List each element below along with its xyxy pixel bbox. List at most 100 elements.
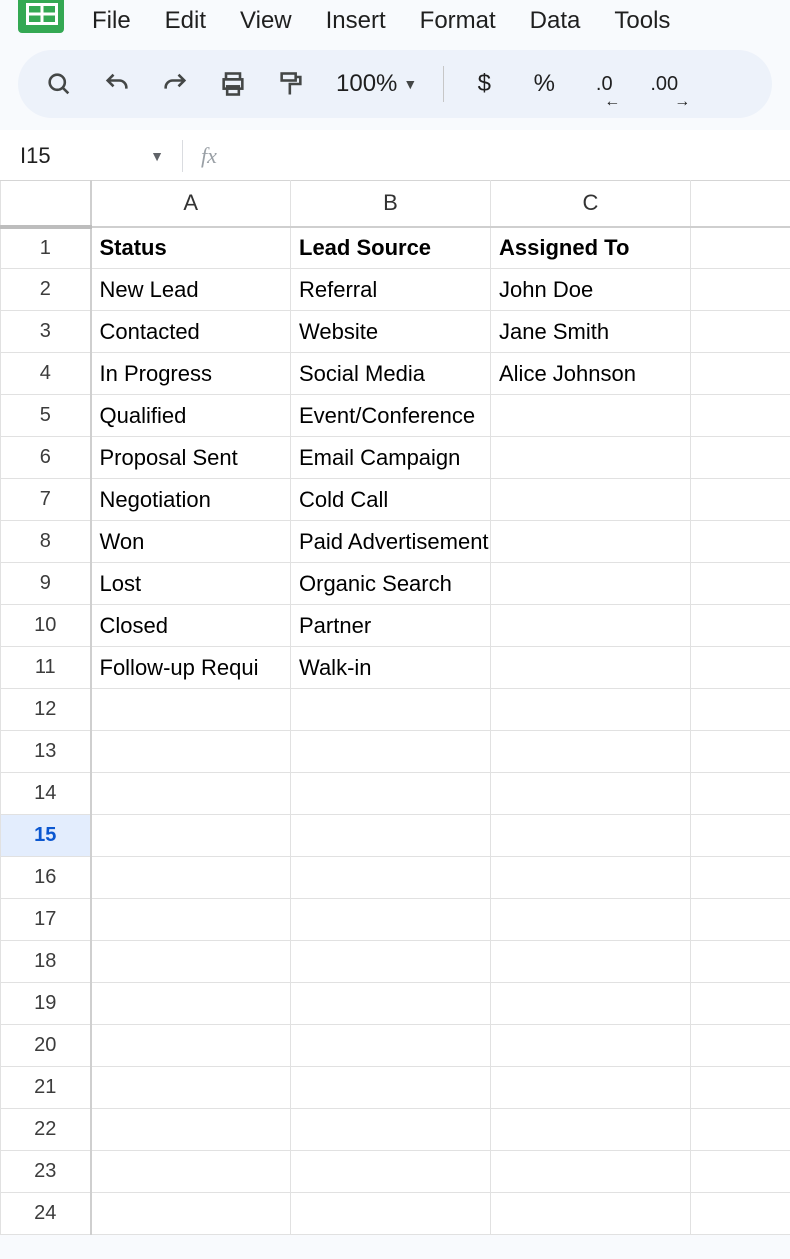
cell-A7[interactable]: Negotiation: [91, 479, 291, 521]
cell-C6[interactable]: [491, 437, 691, 479]
decrease-decimal-button[interactable]: .0←: [584, 73, 624, 96]
cell-A12[interactable]: [91, 689, 291, 731]
paint-format-icon[interactable]: [272, 65, 310, 103]
cell-A8[interactable]: Won: [91, 521, 291, 563]
cell-C4[interactable]: Alice Johnson: [491, 353, 691, 395]
cell-D3[interactable]: [691, 311, 790, 353]
spreadsheet-grid[interactable]: A B C 1StatusLead SourceAssigned To2New …: [0, 180, 790, 1235]
cell-B5[interactable]: Event/Conference: [291, 395, 491, 437]
cell-A9[interactable]: Lost: [91, 563, 291, 605]
cell-A18[interactable]: [91, 941, 291, 983]
cell-D13[interactable]: [691, 731, 790, 773]
cell-C15[interactable]: [491, 815, 691, 857]
cell-C19[interactable]: [491, 983, 691, 1025]
col-header-extra[interactable]: [691, 181, 790, 227]
row-header[interactable]: 6: [1, 437, 91, 479]
row-header[interactable]: 9: [1, 563, 91, 605]
format-percent-button[interactable]: %: [524, 70, 564, 98]
cell-A20[interactable]: [91, 1025, 291, 1067]
cell-C1[interactable]: Assigned To: [491, 227, 691, 269]
cell-D1[interactable]: [691, 227, 790, 269]
print-icon[interactable]: [214, 65, 252, 103]
cell-D14[interactable]: [691, 773, 790, 815]
cell-A3[interactable]: Contacted: [91, 311, 291, 353]
row-header[interactable]: 21: [1, 1067, 91, 1109]
row-header[interactable]: 10: [1, 605, 91, 647]
cell-C3[interactable]: Jane Smith: [491, 311, 691, 353]
row-header[interactable]: 24: [1, 1193, 91, 1235]
cell-C7[interactable]: [491, 479, 691, 521]
menu-file[interactable]: File: [92, 7, 131, 35]
cell-B2[interactable]: Referral: [291, 269, 491, 311]
row-header[interactable]: 3: [1, 311, 91, 353]
cell-B9[interactable]: Organic Search: [291, 563, 491, 605]
cell-A4[interactable]: In Progress: [91, 353, 291, 395]
cell-C18[interactable]: [491, 941, 691, 983]
col-header-B[interactable]: B: [291, 181, 491, 227]
cell-A1[interactable]: Status: [91, 227, 291, 269]
row-header[interactable]: 23: [1, 1151, 91, 1193]
cell-D17[interactable]: [691, 899, 790, 941]
cell-D7[interactable]: [691, 479, 790, 521]
select-all-corner[interactable]: [1, 181, 91, 227]
cell-B23[interactable]: [291, 1151, 491, 1193]
cell-D11[interactable]: [691, 647, 790, 689]
cell-A2[interactable]: New Lead: [91, 269, 291, 311]
cell-C5[interactable]: [491, 395, 691, 437]
cell-C21[interactable]: [491, 1067, 691, 1109]
cell-D9[interactable]: [691, 563, 790, 605]
cell-C10[interactable]: [491, 605, 691, 647]
search-icon[interactable]: [40, 65, 78, 103]
cell-A14[interactable]: [91, 773, 291, 815]
cell-B22[interactable]: [291, 1109, 491, 1151]
cell-A15[interactable]: [91, 815, 291, 857]
cell-A6[interactable]: Proposal Sent: [91, 437, 291, 479]
cell-C20[interactable]: [491, 1025, 691, 1067]
cell-B13[interactable]: [291, 731, 491, 773]
cell-A13[interactable]: [91, 731, 291, 773]
cell-B1[interactable]: Lead Source: [291, 227, 491, 269]
cell-A10[interactable]: Closed: [91, 605, 291, 647]
cell-B17[interactable]: [291, 899, 491, 941]
menu-tools[interactable]: Tools: [614, 7, 670, 35]
cell-D15[interactable]: [691, 815, 790, 857]
cell-C12[interactable]: [491, 689, 691, 731]
row-header[interactable]: 14: [1, 773, 91, 815]
cell-B8[interactable]: Paid Advertisement: [291, 521, 491, 563]
cell-A5[interactable]: Qualified: [91, 395, 291, 437]
cell-B6[interactable]: Email Campaign: [291, 437, 491, 479]
cell-C23[interactable]: [491, 1151, 691, 1193]
cell-D18[interactable]: [691, 941, 790, 983]
cell-D23[interactable]: [691, 1151, 790, 1193]
cell-B21[interactable]: [291, 1067, 491, 1109]
row-header[interactable]: 17: [1, 899, 91, 941]
row-header[interactable]: 12: [1, 689, 91, 731]
col-header-A[interactable]: A: [91, 181, 291, 227]
menu-data[interactable]: Data: [530, 7, 581, 35]
name-box[interactable]: I15 ▼: [12, 143, 182, 169]
cell-D19[interactable]: [691, 983, 790, 1025]
cell-C24[interactable]: [491, 1193, 691, 1235]
row-header[interactable]: 13: [1, 731, 91, 773]
menu-view[interactable]: View: [240, 7, 292, 35]
cell-B20[interactable]: [291, 1025, 491, 1067]
row-header[interactable]: 11: [1, 647, 91, 689]
cell-B7[interactable]: Cold Call: [291, 479, 491, 521]
cell-A22[interactable]: [91, 1109, 291, 1151]
cell-B19[interactable]: [291, 983, 491, 1025]
row-header[interactable]: 1: [1, 227, 91, 269]
row-header[interactable]: 22: [1, 1109, 91, 1151]
menu-edit[interactable]: Edit: [165, 7, 206, 35]
cell-D16[interactable]: [691, 857, 790, 899]
cell-A16[interactable]: [91, 857, 291, 899]
format-currency-button[interactable]: $: [464, 70, 504, 98]
cell-C17[interactable]: [491, 899, 691, 941]
cell-D12[interactable]: [691, 689, 790, 731]
col-header-C[interactable]: C: [491, 181, 691, 227]
cell-A19[interactable]: [91, 983, 291, 1025]
cell-D20[interactable]: [691, 1025, 790, 1067]
cell-A17[interactable]: [91, 899, 291, 941]
redo-icon[interactable]: [156, 65, 194, 103]
cell-D22[interactable]: [691, 1109, 790, 1151]
cell-B3[interactable]: Website: [291, 311, 491, 353]
